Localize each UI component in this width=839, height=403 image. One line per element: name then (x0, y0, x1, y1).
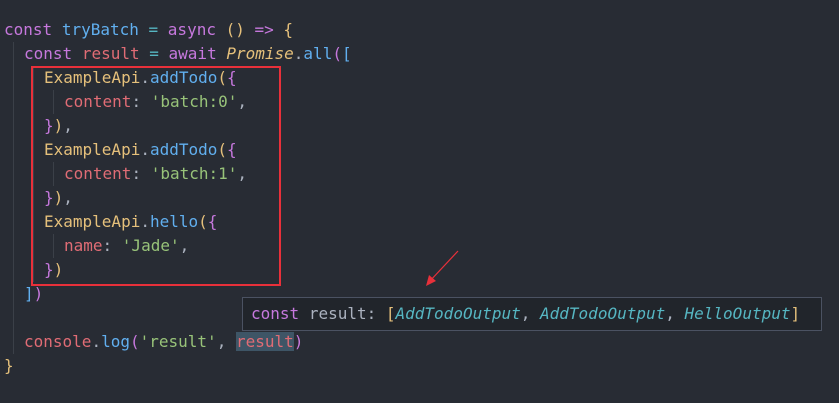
class-name[interactable]: Promise (226, 44, 293, 63)
hovered-variable[interactable]: result (235, 332, 294, 351)
keyword: async (167, 20, 216, 39)
type-hover-tooltip: const result: [AddTodoOutput, AddTodoOut… (242, 297, 822, 331)
indent-guide (13, 42, 14, 354)
code-line-1: const tryBatch = async () => { (4, 20, 294, 39)
keyword: await (168, 44, 217, 63)
code-line-15: } (4, 356, 14, 375)
method-name[interactable]: log (101, 332, 130, 351)
tooltip-type: AddTodoOutput (395, 304, 521, 323)
code-line-2: const result = await Promise.all([ (24, 44, 352, 63)
string-literal: 'result' (139, 332, 217, 351)
annotation-arrow-icon (426, 250, 459, 286)
annotation-box (31, 66, 281, 286)
function-name[interactable]: tryBatch (62, 20, 139, 39)
tooltip-variable-name: result (308, 304, 367, 323)
keyword: const (4, 20, 53, 39)
tooltip-type: AddTodoOutput (540, 304, 666, 323)
tooltip-keyword: const (251, 304, 300, 323)
tooltip-type: HelloOutput (684, 304, 791, 323)
code-line-14: console.log('result', result) (24, 332, 304, 351)
method-name[interactable]: all (303, 44, 332, 63)
object-name[interactable]: console (24, 332, 91, 351)
variable[interactable]: result (82, 44, 140, 63)
keyword: const (24, 44, 73, 63)
